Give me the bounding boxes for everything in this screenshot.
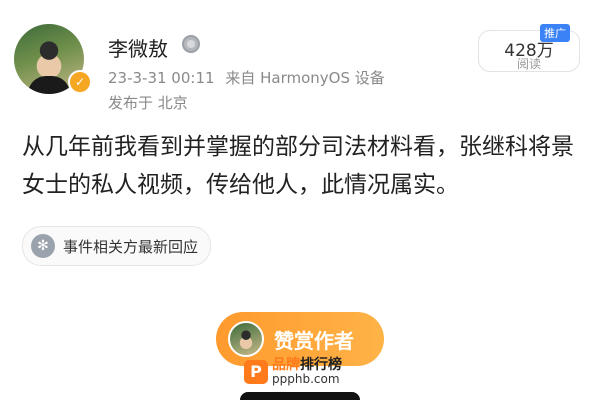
avatar-shirt <box>28 76 70 94</box>
post-source: 来自 HarmonyOS 设备 <box>225 69 385 87</box>
watermark-brand-part1: 品牌 <box>272 357 300 373</box>
next-item-partial <box>240 392 360 400</box>
watermark-brand-part2: 排行榜 <box>300 357 342 373</box>
watermark: P 品牌排行榜 ppphb.com <box>244 358 342 386</box>
watermark-url: ppphb.com <box>272 372 340 386</box>
reward-avatar <box>228 321 264 357</box>
post-body: 从几年前我看到并掌握的部分司法材料看，张继科将景女士的私人视频，传给他人，此情况… <box>22 134 574 198</box>
check-badge-icon: ✓ <box>68 70 92 94</box>
topic-label: 事件相关方最新回应 <box>63 237 199 256</box>
reward-label: 赞赏作者 <box>274 328 354 353</box>
topic-chip[interactable]: ✻ 事件相关方最新回应 <box>22 226 212 266</box>
topic-icon: ✻ <box>31 234 55 258</box>
watermark-brand: 品牌排行榜 <box>272 358 342 372</box>
read-label: 阅读 <box>516 57 541 71</box>
post-meta: 23-3-31 00:11 来自 HarmonyOS 设备 <box>108 67 385 88</box>
medal-icon[interactable] <box>182 35 200 53</box>
post-location: 发布于 北京 <box>108 94 188 112</box>
watermark-logo-icon: P <box>244 360 268 384</box>
promote-tag[interactable]: 推广 <box>540 24 570 42</box>
author-name[interactable]: 李微敖 <box>108 33 168 62</box>
watermark-text: 品牌排行榜 ppphb.com <box>272 358 342 386</box>
post-timestamp: 23-3-31 00:11 <box>108 69 215 87</box>
